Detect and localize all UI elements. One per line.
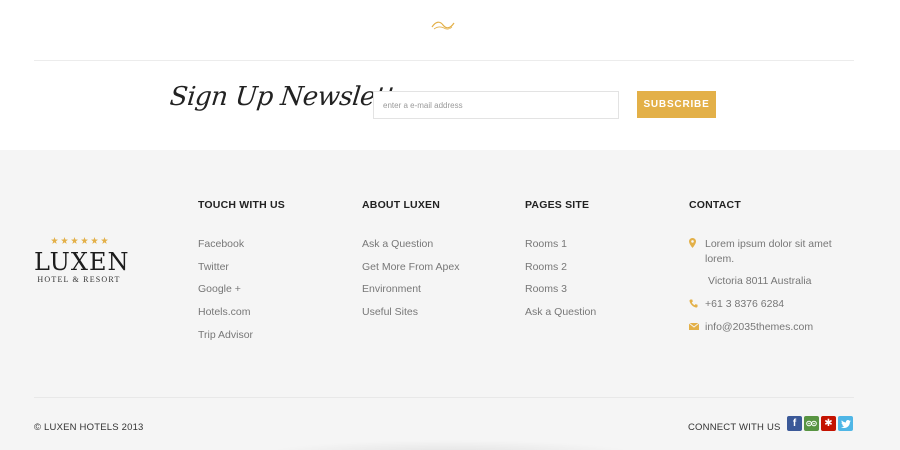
address-line-2: lorem. — [705, 253, 735, 265]
footer-column-pages: PAGES SITE Rooms 1 Rooms 2 Rooms 3 Ask a… — [525, 198, 596, 328]
envelope-icon — [689, 320, 705, 332]
footer-link-ask-question[interactable]: Ask a Question — [362, 238, 433, 250]
list-item: Environment — [362, 282, 459, 305]
footer-link-ask-question-2[interactable]: Ask a Question — [525, 306, 596, 318]
logo[interactable]: LUXEN HOTEL & RESORT — [34, 237, 130, 284]
copyright: © LUXEN HOTELS 2013 — [34, 422, 144, 433]
footer-link-twitter[interactable]: Twitter — [198, 261, 229, 273]
star-icon — [70, 237, 78, 244]
divider — [34, 60, 854, 61]
contact-phone: +61 3 8376 6284 — [689, 297, 784, 312]
list-item: Ask a Question — [525, 305, 596, 328]
list-item: Hotels.com — [198, 305, 285, 328]
facebook-icon[interactable]: f — [787, 416, 802, 431]
footer: LUXEN HOTEL & RESORT TOUCH WITH US Faceb… — [0, 150, 900, 450]
contact-address-city: Victoria 8011 Australia — [708, 274, 812, 289]
footer-link-trip-advisor[interactable]: Trip Advisor — [198, 329, 253, 341]
footer-link-facebook[interactable]: Facebook — [198, 238, 244, 250]
footer-link-environment[interactable]: Environment — [362, 283, 421, 295]
list-item: Ask a Question — [362, 237, 459, 260]
link-list: Facebook Twitter Google + Hotels.com Tri… — [198, 237, 285, 350]
divider — [34, 397, 854, 398]
star-icon — [60, 237, 68, 244]
column-heading: PAGES SITE — [525, 199, 590, 211]
list-item: Rooms 3 — [525, 282, 596, 305]
footer-link-rooms-1[interactable]: Rooms 1 — [525, 238, 567, 250]
logo-name: LUXEN — [34, 248, 130, 276]
column-heading: CONTACT — [689, 199, 741, 211]
column-heading: TOUCH WITH US — [198, 199, 285, 211]
scroll-shadow — [260, 440, 640, 450]
footer-link-rooms-3[interactable]: Rooms 3 — [525, 283, 567, 295]
address-line-3: Victoria 8011 Australia — [708, 275, 812, 287]
email-address[interactable]: info@2035themes.com — [705, 320, 813, 335]
social-links: f ✱ — [787, 416, 853, 431]
list-item: Trip Advisor — [198, 328, 285, 351]
phone-icon — [689, 297, 705, 309]
list-item: Twitter — [198, 260, 285, 283]
footer-link-rooms-2[interactable]: Rooms 2 — [525, 261, 567, 273]
footer-link-google-plus[interactable]: Google + — [198, 283, 241, 295]
yelp-icon[interactable]: ✱ — [821, 416, 836, 431]
column-heading: ABOUT LUXEN — [362, 199, 441, 211]
subscribe-button[interactable]: SUBSCRIBE — [637, 91, 716, 118]
logo-tagline: HOTEL & RESORT — [37, 275, 121, 284]
ornament-icon — [431, 21, 455, 30]
link-list: Rooms 1 Rooms 2 Rooms 3 Ask a Question — [525, 237, 596, 328]
star-icon — [90, 237, 98, 244]
footer-column-touch: TOUCH WITH US Facebook Twitter Google + … — [198, 198, 285, 350]
email-input[interactable] — [373, 91, 619, 119]
star-icon — [100, 237, 108, 244]
list-item: Useful Sites — [362, 305, 459, 328]
list-item: Rooms 2 — [525, 260, 596, 283]
footer-link-get-more[interactable]: Get More From Apex — [362, 261, 459, 273]
star-icon — [80, 237, 88, 244]
list-item: Get More From Apex — [362, 260, 459, 283]
star-icon — [50, 237, 58, 244]
list-item: Google + — [198, 282, 285, 305]
footer-column-contact: CONTACT Lorem ipsum dolor sit amet lorem… — [689, 198, 859, 398]
newsletter-section: Sign Up Newsletter SUBSCRIBE — [0, 0, 900, 150]
footer-column-about: ABOUT LUXEN Ask a Question Get More From… — [362, 198, 459, 328]
footer-link-useful-sites[interactable]: Useful Sites — [362, 306, 418, 318]
tripadvisor-icon[interactable] — [804, 416, 819, 431]
location-pin-icon — [689, 237, 705, 249]
list-item: Rooms 1 — [525, 237, 596, 260]
star-rating — [34, 237, 124, 246]
contact-email: info@2035themes.com — [689, 320, 813, 335]
twitter-icon[interactable] — [838, 416, 853, 431]
link-list: Ask a Question Get More From Apex Enviro… — [362, 237, 459, 328]
phone-number: +61 3 8376 6284 — [705, 298, 785, 310]
address-line-1: Lorem ipsum dolor sit amet — [705, 238, 832, 250]
list-item: Facebook — [198, 237, 285, 260]
footer-link-hotels-com[interactable]: Hotels.com — [198, 306, 251, 318]
connect-label: CONNECT WITH US — [688, 422, 781, 433]
contact-address: Lorem ipsum dolor sit amet lorem. — [689, 237, 832, 267]
